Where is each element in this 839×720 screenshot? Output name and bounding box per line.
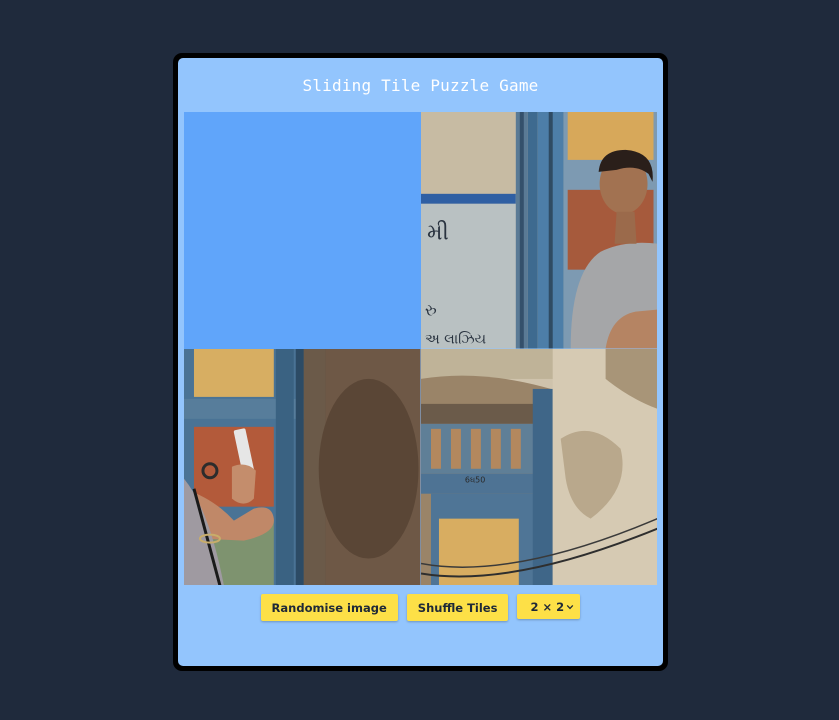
game-frame: Sliding Tile Puzzle Game મી રુ અ લાઝિય 6… (173, 53, 668, 671)
shuffle-tiles-button[interactable]: Shuffle Tiles (406, 594, 509, 621)
chevron-down-icon (567, 604, 574, 609)
svg-text:6ઘ50: 6ઘ50 (464, 475, 484, 484)
svg-text:રુ: રુ (424, 301, 436, 320)
game-title: Sliding Tile Puzzle Game (302, 76, 539, 95)
grid-size-select[interactable]: 2 × 2 (517, 594, 581, 619)
tile-image: 6ઘ50 (420, 348, 657, 585)
controls-bar: Randomise image Shuffle Tiles 2 × 2 (178, 594, 663, 621)
tile-image: મી રુ અ લાઝિય (420, 112, 657, 349)
svg-text:અ લાઝિય: અ લાઝિય (424, 332, 485, 348)
svg-text:મી: મી (426, 221, 448, 246)
randomise-image-button[interactable]: Randomise image (260, 594, 398, 621)
puzzle-tile[interactable] (184, 348, 421, 585)
puzzle-board: મી રુ અ લાઝિય 6ઘ50 (184, 112, 657, 585)
empty-tile[interactable] (184, 112, 421, 349)
game-panel: Sliding Tile Puzzle Game મી રુ અ લાઝિય 6… (178, 58, 663, 666)
grid-size-value: 2 × 2 (530, 599, 565, 614)
tile-image (184, 348, 421, 585)
puzzle-tile[interactable]: મી રુ અ લાઝિય (420, 112, 657, 349)
puzzle-tile[interactable]: 6ઘ50 (420, 348, 657, 585)
